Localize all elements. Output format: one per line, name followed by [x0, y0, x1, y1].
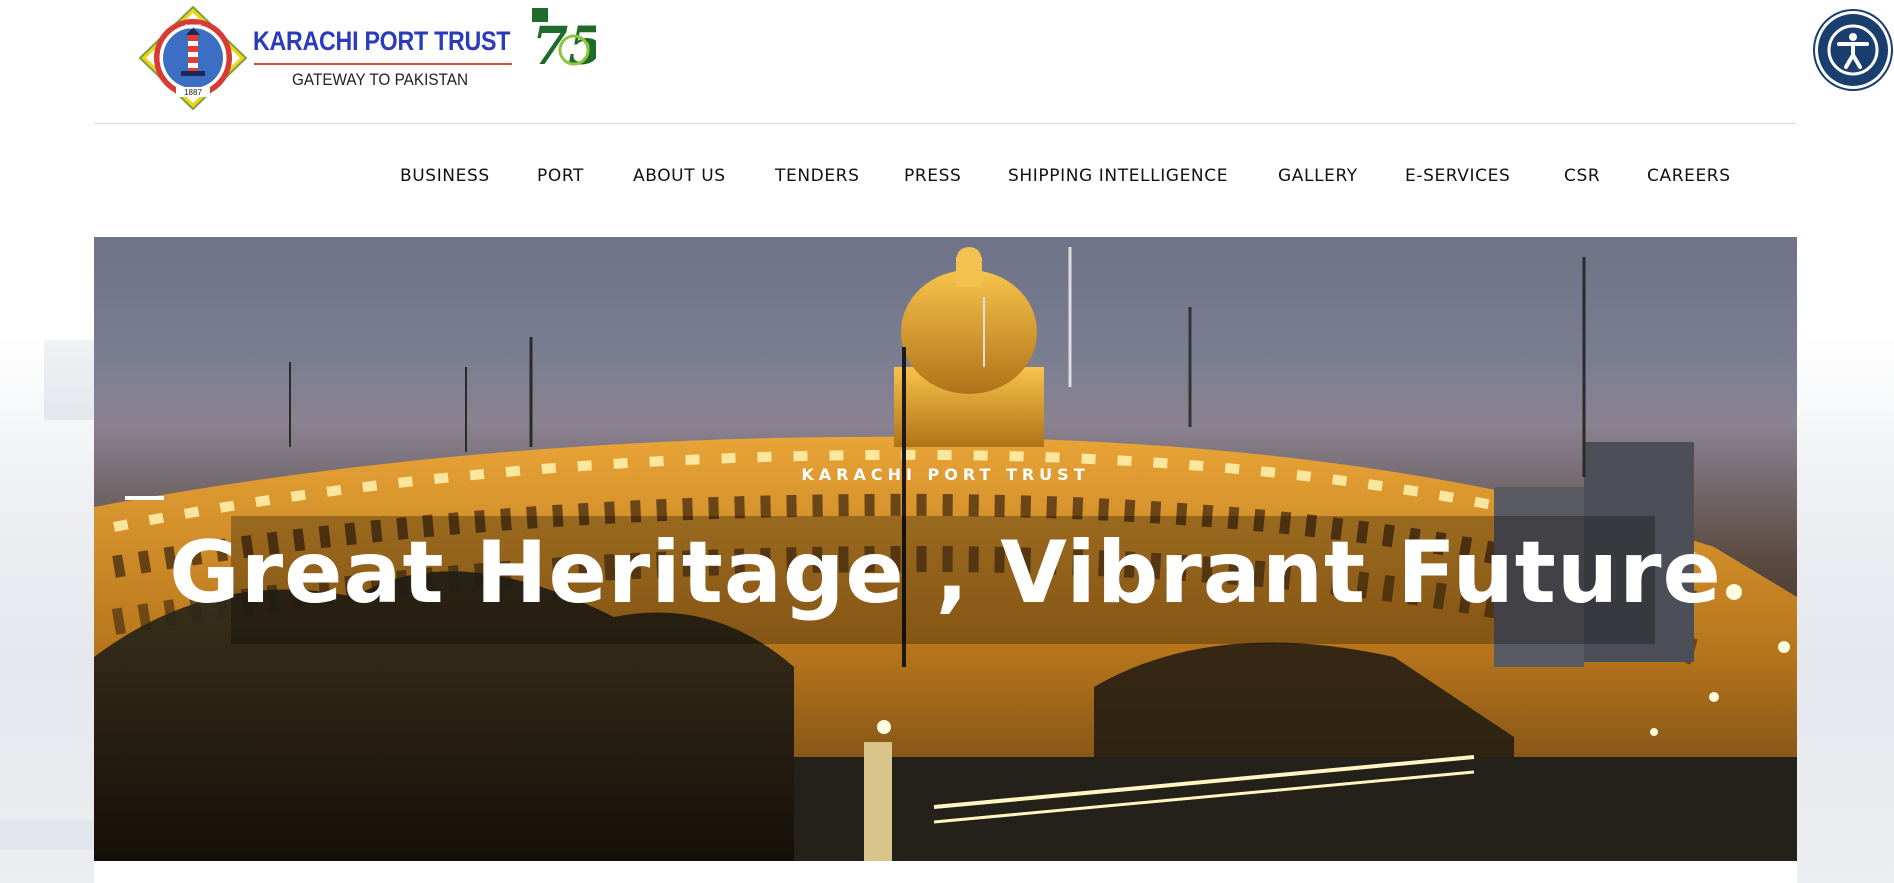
- page-background-right: [1794, 0, 1894, 883]
- nav-item-e-services[interactable]: E-SERVICES: [1405, 166, 1510, 186]
- main-navigation: BUSINESS PORT ABOUT US TENDERS PRESS SHI…: [94, 125, 1797, 237]
- anniversary-75-badge-icon: 75: [526, 8, 596, 72]
- nav-item-about-us[interactable]: ABOUT US: [633, 166, 726, 186]
- svg-text:PORT: PORT: [185, 25, 202, 31]
- nav-item-shipping-intelligence[interactable]: SHIPPING INTELLIGENCE: [1008, 166, 1228, 186]
- kpt-lighthouse-logo-icon: 1887 PORT: [138, 5, 248, 111]
- hero-slider: KARACHI PORT TRUST Great Heritage , Vibr…: [94, 237, 1797, 861]
- nav-item-business[interactable]: BUSINESS: [400, 166, 490, 186]
- brand-title: KARACHI PORT TRUST: [253, 26, 511, 56]
- accessibility-button[interactable]: [1818, 14, 1888, 86]
- brand-divider: [254, 63, 512, 65]
- nav-item-csr[interactable]: CSR: [1564, 166, 1600, 186]
- nav-item-gallery[interactable]: GALLERY: [1278, 166, 1358, 186]
- hero-kicker: KARACHI PORT TRUST: [801, 465, 1090, 484]
- nav-item-press[interactable]: PRESS: [904, 166, 961, 186]
- background-ship-image: [44, 340, 94, 420]
- nav-item-tenders[interactable]: TENDERS: [775, 166, 859, 186]
- brand-subtitle: GATEWAY TO PAKISTAN: [292, 70, 468, 89]
- page-container: 1887 PORT KARACHI PORT TRUST GATEWAY TO …: [94, 0, 1797, 883]
- page-background-left: [0, 0, 94, 883]
- nav-item-port[interactable]: PORT: [537, 166, 584, 186]
- hero-title: Great Heritage , Vibrant Future: [169, 523, 1722, 623]
- accessibility-person-icon: [1827, 24, 1879, 76]
- svg-text:1887: 1887: [184, 88, 202, 97]
- nav-item-careers[interactable]: CAREERS: [1647, 166, 1731, 186]
- site-header: 1887 PORT KARACHI PORT TRUST GATEWAY TO …: [94, 0, 1797, 124]
- background-dock-image: [0, 820, 94, 850]
- hero-accent-line: [125, 496, 164, 500]
